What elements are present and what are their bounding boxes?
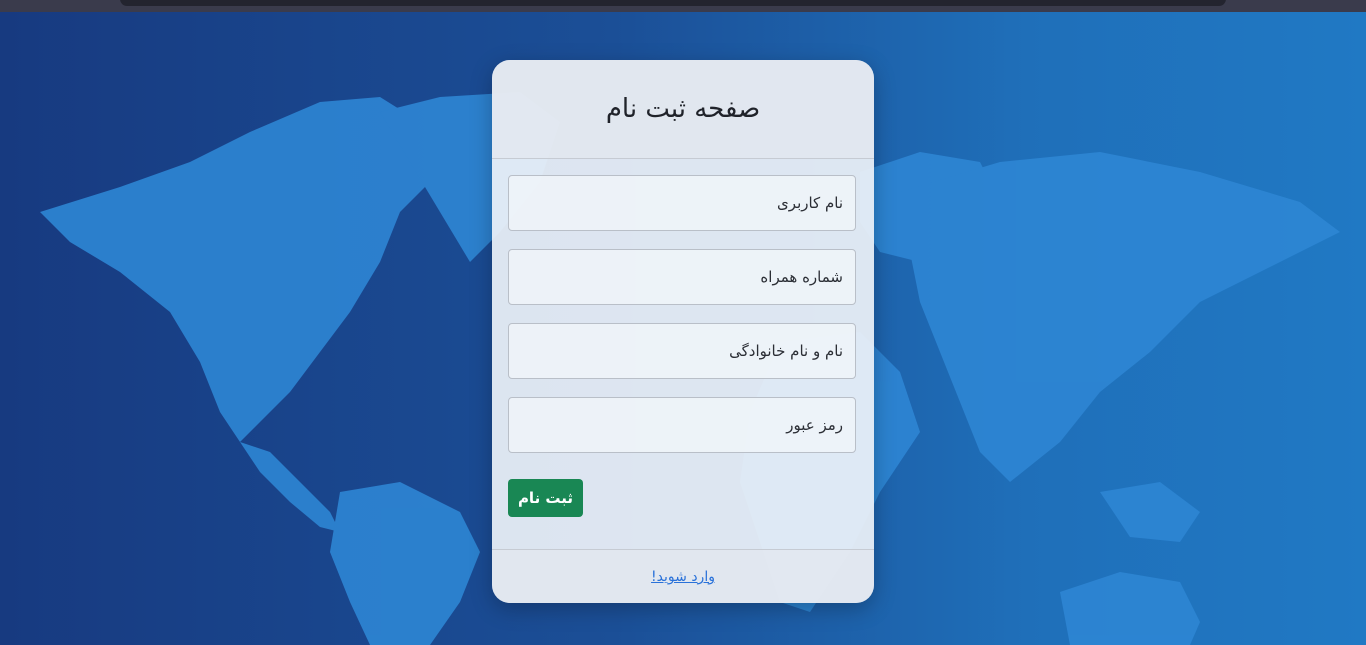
username-input[interactable] [508, 175, 856, 231]
signup-submit-button[interactable]: ثبت نام [508, 479, 583, 517]
login-link[interactable]: وارد شوید! [651, 569, 715, 585]
signup-card: صفحه ثبت نام ثبت نام وارد شوید! [492, 60, 874, 603]
fullname-input[interactable] [508, 323, 856, 379]
password-input[interactable] [508, 397, 856, 453]
phone-input[interactable] [508, 249, 856, 305]
browser-tab-strip [120, 0, 1226, 6]
card-footer: وارد شوید! [492, 549, 874, 603]
page-title: صفحه ثبت نام [605, 94, 761, 124]
browser-top-bar [0, 0, 1366, 12]
card-header: صفحه ثبت نام [492, 60, 874, 159]
